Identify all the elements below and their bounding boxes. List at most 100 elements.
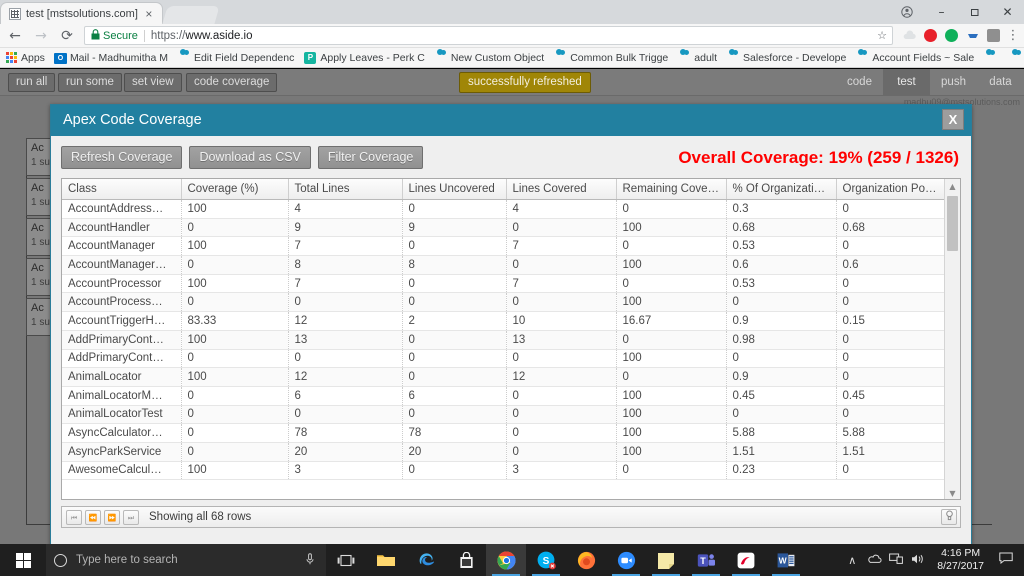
tab-test[interactable]: test	[883, 69, 930, 96]
chrome-menu-icon[interactable]: ⋮	[1004, 28, 1022, 43]
bookmark-item[interactable]: New Custom Object	[430, 49, 549, 67]
bookmark-item[interactable]: Common Bulk Trigge	[549, 49, 673, 67]
network-icon[interactable]	[885, 553, 907, 567]
reload-icon[interactable]: ⟳	[56, 25, 78, 47]
cloud-extension-icon[interactable]	[899, 25, 920, 46]
window-controls: – ✕	[889, 0, 1024, 24]
table-row[interactable]: AsyncCalculator… 0 78 78 0 100 5.88 5.88	[62, 423, 946, 443]
minimize-button[interactable]: –	[925, 0, 958, 24]
column-header-remaining-coverage[interactable]: Remaining Cove…	[616, 179, 727, 200]
perk-icon: P	[304, 51, 317, 64]
search-input[interactable]: Type here to search	[46, 544, 326, 576]
table-row[interactable]: AddPrimaryCont… 0 0 0 0 100 0 0	[62, 349, 946, 369]
bookmark-item[interactable]: O Mail - Madhumitha M	[49, 49, 173, 67]
scrollbar-thumb[interactable]	[947, 196, 958, 251]
modal-close-button[interactable]: X	[942, 109, 964, 130]
bookmark-label: New Custom Object	[450, 51, 545, 64]
profile-icon[interactable]	[889, 0, 925, 24]
cell-class: AddPrimaryCont…	[62, 349, 182, 369]
scroll-up-icon[interactable]: ▲	[945, 179, 960, 194]
download-as-csv-button[interactable]: Download as CSV	[189, 146, 311, 169]
word-icon[interactable]: W	[766, 544, 806, 576]
grey-extension-icon[interactable]	[983, 25, 1004, 46]
table-row[interactable]: AsyncParkService 0 20 20 0 100 1.51 1.51	[62, 442, 946, 462]
bookmark-item[interactable]	[1005, 49, 1024, 67]
skype-icon[interactable]: S	[526, 544, 566, 576]
sticky-notes-icon[interactable]	[646, 544, 686, 576]
column-header-organization-potential[interactable]: Organization Pot…	[836, 179, 946, 200]
last-page-button[interactable]: ⏭	[123, 509, 139, 525]
column-header-lines-covered[interactable]: Lines Covered	[506, 179, 617, 200]
run-all-button[interactable]: run all	[8, 73, 56, 92]
table-row[interactable]: AnimalLocatorTest 0 0 0 0 100 0 0	[62, 405, 946, 425]
taskbar-clock[interactable]: 4:16 PM 8/27/2017	[929, 547, 992, 573]
bookmark-star-icon[interactable]: ☆	[874, 28, 890, 43]
column-header-coverage[interactable]: Coverage (%)	[181, 179, 289, 200]
green-extension-icon[interactable]	[941, 25, 962, 46]
set-view-button[interactable]: set view	[124, 73, 182, 92]
cell-lines-uncovered: 2	[402, 311, 507, 331]
bookmark-item[interactable]: Edit Field Dependenc	[173, 49, 299, 67]
action-center-icon[interactable]	[992, 552, 1020, 568]
table-row[interactable]: AccountManager 100 7 0 7 0 0.53 0	[62, 236, 946, 257]
table-row[interactable]: AccountHandler 0 9 9 0 100 0.68 0.68	[62, 218, 946, 238]
scroll-down-icon[interactable]: ▼	[945, 486, 960, 499]
onedrive-icon[interactable]	[863, 553, 885, 567]
browser-tab[interactable]: test [mstsolutions.com] ×	[0, 2, 163, 24]
column-header-total-lines[interactable]: Total Lines	[288, 179, 403, 200]
table-row[interactable]: AnimalLocatorM… 0 6 6 0 100 0.45 0.45	[62, 386, 946, 406]
new-tab-button[interactable]	[162, 6, 220, 24]
filter-coverage-button[interactable]: Filter Coverage	[317, 146, 424, 169]
forward-icon[interactable]: →	[30, 25, 52, 47]
zoom-icon[interactable]	[606, 544, 646, 576]
volume-icon[interactable]	[907, 553, 929, 568]
column-header-class[interactable]: Class	[62, 179, 182, 200]
edge-icon[interactable]	[406, 544, 446, 576]
blue-extension-icon[interactable]	[962, 25, 983, 46]
prev-page-button[interactable]: ⏪	[85, 509, 101, 525]
table-row[interactable]: AccountProcess… 0 0 0 0 100 0 0	[62, 292, 946, 313]
bookmark-item[interactable]: Salesforce - Develope	[722, 49, 851, 67]
table-row[interactable]: AwesomeCalcul… 100 3 0 3 0 0.23 0	[62, 461, 946, 481]
grid-vertical-scrollbar[interactable]: ▲ ▼	[944, 179, 960, 499]
store-icon[interactable]	[446, 544, 486, 576]
bookmark-item[interactable]: adult	[673, 49, 722, 67]
microphone-icon[interactable]	[306, 552, 314, 568]
column-settings-icon[interactable]	[941, 509, 957, 525]
tab-push[interactable]: push	[930, 69, 977, 96]
show-hidden-icons-icon[interactable]: ∧	[841, 554, 863, 567]
teams-icon[interactable]: T	[686, 544, 726, 576]
close-icon[interactable]: ×	[142, 7, 156, 21]
airtel-icon[interactable]	[726, 544, 766, 576]
bookmark-item[interactable]	[979, 49, 1005, 67]
column-header-pct-of-organization[interactable]: % Of Organizatio…	[726, 179, 837, 200]
tab-code[interactable]: code	[836, 69, 883, 96]
first-page-button[interactable]: ⏮	[66, 509, 82, 525]
bookmark-item[interactable]: P Apply Leaves - Perk C	[299, 49, 429, 67]
column-header-lines-uncovered[interactable]: Lines Uncovered	[402, 179, 507, 200]
maximize-button[interactable]	[958, 0, 991, 24]
table-row[interactable]: AccountManager… 0 8 8 0 100 0.6 0.6	[62, 255, 946, 275]
bookmark-item[interactable]: Account Fields ~ Sale	[851, 49, 979, 67]
bookmarks-bar: Apps O Mail - Madhumitha M Edit Field De…	[0, 48, 1024, 68]
bookmark-apps-button[interactable]: Apps	[6, 52, 45, 64]
file-explorer-icon[interactable]	[366, 544, 406, 576]
tab-data[interactable]: data	[977, 69, 1024, 96]
chrome-icon[interactable]	[486, 544, 526, 576]
table-row[interactable]: AccountTriggerH… 83.33 12 2 10 16.67 0.9…	[62, 311, 946, 331]
table-row[interactable]: AccountAddress… 100 4 0 4 0 0.3 0	[62, 199, 946, 219]
firefox-icon[interactable]	[566, 544, 606, 576]
close-window-button[interactable]: ✕	[991, 0, 1024, 24]
task-view-icon[interactable]	[326, 544, 366, 576]
table-row[interactable]: AnimalLocator 100 12 0 12 0 0.9 0	[62, 367, 946, 387]
table-row[interactable]: AddPrimaryCont… 100 13 0 13 0 0.98 0	[62, 330, 946, 350]
back-icon[interactable]: ←	[4, 25, 26, 47]
table-row[interactable]: AccountProcessor 100 7 0 7 0 0.53 0	[62, 274, 946, 294]
code-coverage-button[interactable]: code coverage	[186, 73, 278, 92]
start-button[interactable]	[0, 544, 46, 576]
next-page-button[interactable]: ⏩	[104, 509, 120, 525]
refresh-coverage-button[interactable]: Refresh Coverage	[61, 146, 183, 169]
run-some-button[interactable]: run some	[58, 73, 122, 92]
address-bar[interactable]: Secure https://www.aside.io ☆	[84, 26, 893, 45]
opera-extension-icon[interactable]	[920, 25, 941, 46]
